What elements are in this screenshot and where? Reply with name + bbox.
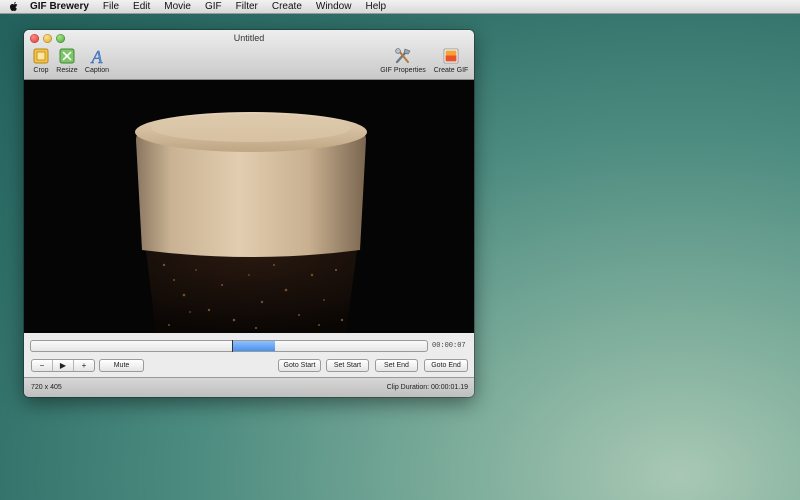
menu-edit[interactable]: Edit bbox=[133, 1, 150, 12]
video-frame-image bbox=[24, 80, 474, 333]
timeline-scrubber[interactable] bbox=[30, 340, 428, 352]
clip-duration: Clip Duration: 00:00:01.19 bbox=[386, 384, 468, 391]
crop-label: Crop bbox=[33, 67, 49, 74]
menu-file[interactable]: File bbox=[103, 1, 119, 12]
playhead[interactable] bbox=[232, 340, 234, 352]
window-title: Untitled bbox=[233, 33, 265, 43]
timeline-selection[interactable] bbox=[232, 341, 275, 351]
step-back-button[interactable]: − bbox=[32, 360, 53, 371]
resize-button[interactable]: Resize bbox=[54, 47, 80, 74]
gif-properties-button[interactable]: GIF Properties bbox=[378, 47, 428, 74]
gif-properties-label: GIF Properties bbox=[380, 67, 426, 74]
status-bar: 720 x 405 Clip Duration: 00:00:01.19 bbox=[24, 377, 474, 397]
caption-label: Caption bbox=[84, 67, 110, 74]
main-window: Untitled Crop Resize A Caption GIF Prope… bbox=[24, 30, 474, 397]
video-preview[interactable] bbox=[24, 80, 474, 333]
resize-icon bbox=[54, 47, 80, 65]
goto-start-button[interactable]: Goto Start bbox=[278, 359, 321, 372]
menu-window[interactable]: Window bbox=[316, 1, 352, 12]
goto-end-button[interactable]: Goto End bbox=[424, 359, 468, 372]
mute-button[interactable]: Mute bbox=[99, 359, 144, 372]
menu-bar: GIF Brewery File Edit Movie GIF Filter C… bbox=[0, 0, 800, 14]
video-dimensions: 720 x 405 bbox=[31, 384, 62, 391]
play-button[interactable]: ▶ bbox=[53, 360, 74, 371]
resize-label: Resize bbox=[56, 67, 78, 74]
menu-app-name[interactable]: GIF Brewery bbox=[30, 1, 89, 12]
set-start-button[interactable]: Set Start bbox=[326, 359, 369, 372]
menu-create[interactable]: Create bbox=[272, 1, 302, 12]
set-end-button[interactable]: Set End bbox=[375, 359, 418, 372]
create-gif-icon bbox=[432, 47, 470, 65]
menu-gif[interactable]: GIF bbox=[205, 1, 222, 12]
tools-icon bbox=[378, 47, 428, 65]
crop-button[interactable]: Crop bbox=[30, 47, 52, 74]
caption-icon: A bbox=[82, 47, 112, 65]
playback-controls: 00:00:07 − ▶ + Mute Goto Start Set Start… bbox=[24, 333, 474, 377]
create-gif-label: Create GIF bbox=[433, 67, 469, 74]
step-forward-button[interactable]: + bbox=[74, 360, 94, 371]
crop-icon bbox=[30, 47, 52, 65]
menu-filter[interactable]: Filter bbox=[236, 1, 258, 12]
window-toolbar: Untitled Crop Resize A Caption GIF Prope… bbox=[24, 30, 474, 80]
frame-stepper: − ▶ + bbox=[31, 359, 95, 372]
create-gif-button[interactable]: Create GIF bbox=[432, 47, 470, 74]
menu-movie[interactable]: Movie bbox=[164, 1, 191, 12]
caption-button[interactable]: A Caption bbox=[82, 47, 112, 74]
svg-text:A: A bbox=[91, 47, 104, 65]
apple-menu-icon[interactable] bbox=[9, 1, 21, 12]
menu-help[interactable]: Help bbox=[365, 1, 386, 12]
timecode: 00:00:07 bbox=[432, 342, 466, 350]
